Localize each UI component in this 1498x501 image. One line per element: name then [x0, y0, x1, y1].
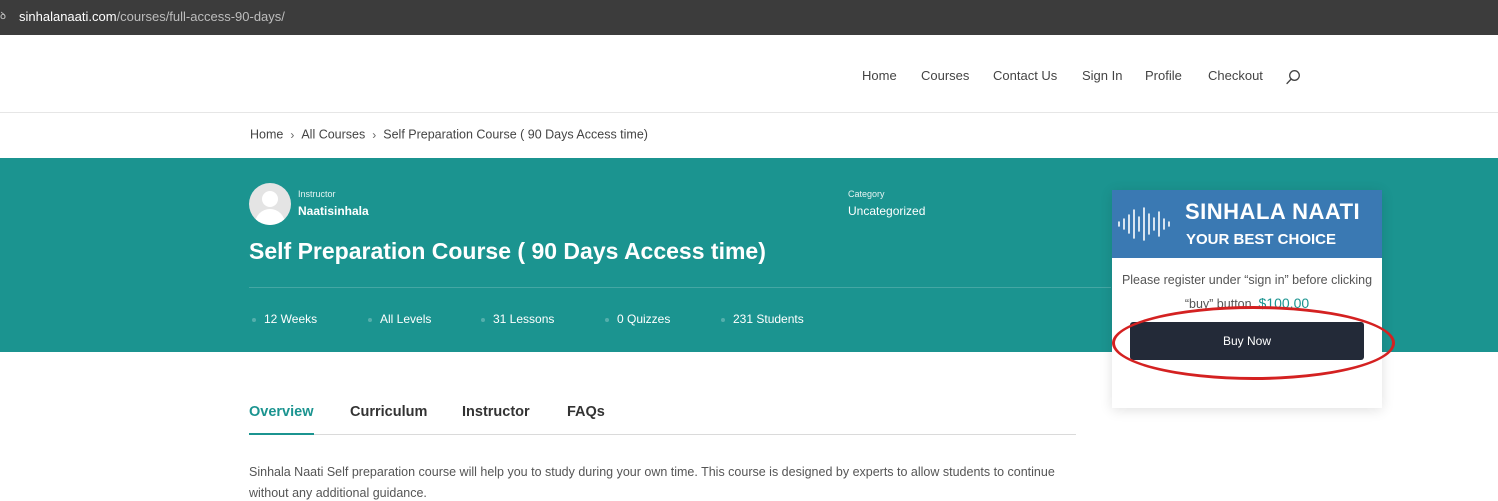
course-price: $100.00	[1258, 295, 1310, 311]
banner-tagline: YOUR BEST CHOICE	[1186, 231, 1337, 248]
category-label: Category	[848, 189, 885, 199]
breadcrumb-home[interactable]: Home	[250, 128, 283, 142]
course-banner-image: SINHALA NAATI YOUR BEST CHOICE	[1112, 190, 1382, 258]
browser-address-bar[interactable]: ꝺ sinhalanaati.com/courses/full-access-9…	[0, 0, 1498, 35]
stat-students-text: 231 Students	[733, 312, 804, 326]
nav-courses[interactable]: Courses	[921, 68, 969, 83]
course-tabs: Overview Curriculum Instructor FAQs	[249, 404, 1076, 435]
search-icon[interactable]	[1285, 69, 1301, 85]
breadcrumb-all-courses[interactable]: All Courses	[301, 128, 365, 142]
stat-students: 231 Students	[721, 312, 804, 326]
stat-level: All Levels	[368, 312, 431, 326]
stat-level-text: All Levels	[380, 312, 432, 326]
site-info-icon[interactable]: ꝺ	[0, 12, 8, 22]
register-note-text: Please register under “sign in” before c…	[1121, 273, 1373, 311]
level-icon	[368, 317, 372, 322]
main-nav: Home Courses Contact Us Sign In Profile …	[0, 68, 1498, 88]
sound-wave-icon	[1118, 207, 1170, 241]
purchase-card: SINHALA NAATI YOUR BEST CHOICE Please re…	[1112, 190, 1382, 408]
nav-checkout[interactable]: Checkout	[1208, 68, 1263, 83]
clock-icon	[252, 317, 256, 322]
tab-overview[interactable]: Overview	[249, 404, 314, 435]
nav-home[interactable]: Home	[862, 68, 897, 83]
register-note: Please register under “sign in” before c…	[1112, 269, 1382, 316]
hero-divider	[249, 287, 1111, 288]
instructor-avatar[interactable]	[249, 183, 291, 225]
nav-contact-us[interactable]: Contact Us	[993, 68, 1057, 83]
category-value[interactable]: Uncategorized	[848, 204, 925, 218]
course-description: Sinhala Naati Self preparation course wi…	[249, 465, 1055, 500]
stat-quizzes: 0 Quizzes	[605, 312, 670, 326]
course-title: Self Preparation Course ( 90 Days Access…	[249, 238, 766, 264]
url-path: /courses/full-access-90-days/	[116, 9, 285, 24]
tab-instructor[interactable]: Instructor	[462, 404, 530, 435]
quizzes-icon	[605, 317, 609, 322]
stat-lessons: 31 Lessons	[481, 312, 554, 326]
breadcrumb-current: Self Preparation Course ( 90 Days Access…	[383, 127, 648, 142]
tab-faqs[interactable]: FAQs	[567, 404, 605, 435]
nav-sign-in[interactable]: Sign In	[1082, 68, 1122, 83]
avatar-head-shape	[262, 191, 278, 207]
tab-curriculum[interactable]: Curriculum	[350, 404, 427, 435]
stat-lessons-text: 31 Lessons	[493, 312, 555, 326]
avatar-body-shape	[255, 209, 285, 225]
url-text[interactable]: sinhalanaati.com/courses/full-access-90-…	[19, 9, 285, 24]
stat-quizzes-text: 0 Quizzes	[617, 312, 671, 326]
url-host: sinhalanaati.com	[19, 9, 117, 24]
chevron-right-icon: ›	[372, 127, 377, 142]
nav-profile[interactable]: Profile	[1145, 68, 1182, 83]
stat-duration-text: 12 Weeks	[264, 312, 318, 326]
stat-duration: 12 Weeks	[252, 312, 317, 326]
buy-now-button[interactable]: Buy Now	[1130, 322, 1364, 360]
chevron-right-icon: ›	[290, 127, 295, 142]
instructor-label: Instructor	[298, 189, 336, 199]
students-icon	[721, 317, 725, 322]
site-header: Home Courses Contact Us Sign In Profile …	[0, 35, 1498, 113]
breadcrumb: Home › All Courses › Self Preparation Course…	[250, 127, 648, 142]
lessons-icon	[481, 317, 485, 322]
banner-title: SINHALA NAATI	[1185, 199, 1361, 224]
instructor-name[interactable]: Naatisinhala	[298, 204, 369, 218]
